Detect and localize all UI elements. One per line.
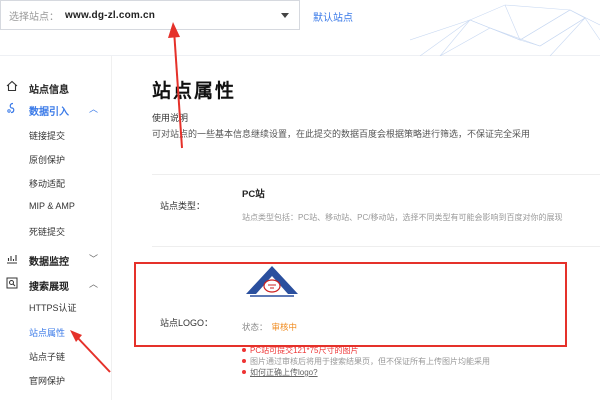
data-import-icon (7, 102, 15, 114)
sidebar-group-site-info[interactable]: 站点信息 (0, 78, 112, 96)
site-select-dropdown[interactable]: 选择站点： www.dg-zl.com.cn (0, 0, 300, 30)
sidebar-group-label: 数据监控 (29, 257, 69, 268)
sidebar-item-original-protection[interactable]: 原创保护 (29, 153, 65, 166)
logo-help-link[interactable]: 如何正确上传logo? (242, 367, 490, 378)
sidebar-group-label: 搜索展现 (29, 282, 69, 293)
upload-tips-list: PC站可提交121*75尺寸的图片 图片通过审核后将用于搜索结果页，但不保证所有… (242, 345, 490, 378)
sidebar: 站点信息 数据引入 ︿ 链接提交 原创保护 移动适配 MIP & AMP 死链提… (0, 56, 112, 400)
site-type-label: 站点类型： (160, 201, 206, 211)
sidebar-group-label: 数据引入 (29, 107, 69, 118)
sidebar-item-mobile-adapt[interactable]: 移动适配 (29, 177, 65, 190)
search-display-icon (6, 277, 18, 289)
site-type-value[interactable]: PC站 (242, 186, 265, 200)
site-select-value: www.dg-zl.com.cn (65, 9, 156, 21)
sidebar-group-label: 站点信息 (29, 85, 69, 96)
top-bar: 选择站点： www.dg-zl.com.cn 默认站点 (0, 0, 600, 56)
main-content: 站点属性 使用说明 可对站点的一些基本信息继续设置，在此提交的数据百度会根据策略… (112, 56, 600, 400)
chevron-up-icon[interactable]: ︿ (89, 102, 98, 115)
tip-item: 图片通过审核后将用于搜索结果页，但不保证所有上传图片均能采用 (242, 356, 490, 367)
sidebar-group-search-display[interactable]: 搜索展现 ︿ (0, 275, 112, 293)
usage-title: 使用说明 (152, 113, 189, 123)
sidebar-group-data-import[interactable]: 数据引入 ︿ (0, 100, 112, 118)
sidebar-group-data-monitor[interactable]: 数据监控 ﹀ (0, 250, 112, 268)
sidebar-item-link-submit[interactable]: 链接提交 (29, 129, 65, 142)
chevron-up-icon[interactable]: ︿ (89, 277, 98, 290)
chart-icon (7, 255, 17, 264)
usage-text: 可对站点的一些基本信息继续设置，在此提交的数据百度会根据策略进行筛选，不保证完全… (152, 129, 531, 139)
site-type-description: 站点类型包括：PC站、移动站、PC/移动站，选择不同类型有可能会影响到百度对你的… (242, 213, 563, 222)
sidebar-item-official-protection[interactable]: 官网保护 (29, 374, 65, 387)
sidebar-item-site-sublinks[interactable]: 站点子链 (29, 350, 65, 363)
home-icon (6, 80, 18, 92)
chevron-down-icon[interactable]: ﹀ (89, 252, 98, 265)
sidebar-item-mip-amp[interactable]: MIP & AMP (29, 201, 75, 211)
site-select-label: 选择站点： (9, 11, 59, 23)
default-site-link[interactable]: 默认站点 (313, 9, 353, 24)
sidebar-item-dead-link[interactable]: 死链提交 (29, 225, 65, 238)
caret-down-icon[interactable] (281, 13, 289, 18)
divider (152, 174, 600, 175)
page-title: 站点属性 (152, 81, 237, 102)
annotation-highlight-box (134, 262, 567, 347)
decorative-mesh-graphic (410, 4, 600, 56)
sidebar-item-site-attributes[interactable]: 站点属性 (29, 326, 65, 339)
sidebar-item-https[interactable]: HTTPS认证 (29, 301, 77, 314)
divider (152, 246, 600, 247)
